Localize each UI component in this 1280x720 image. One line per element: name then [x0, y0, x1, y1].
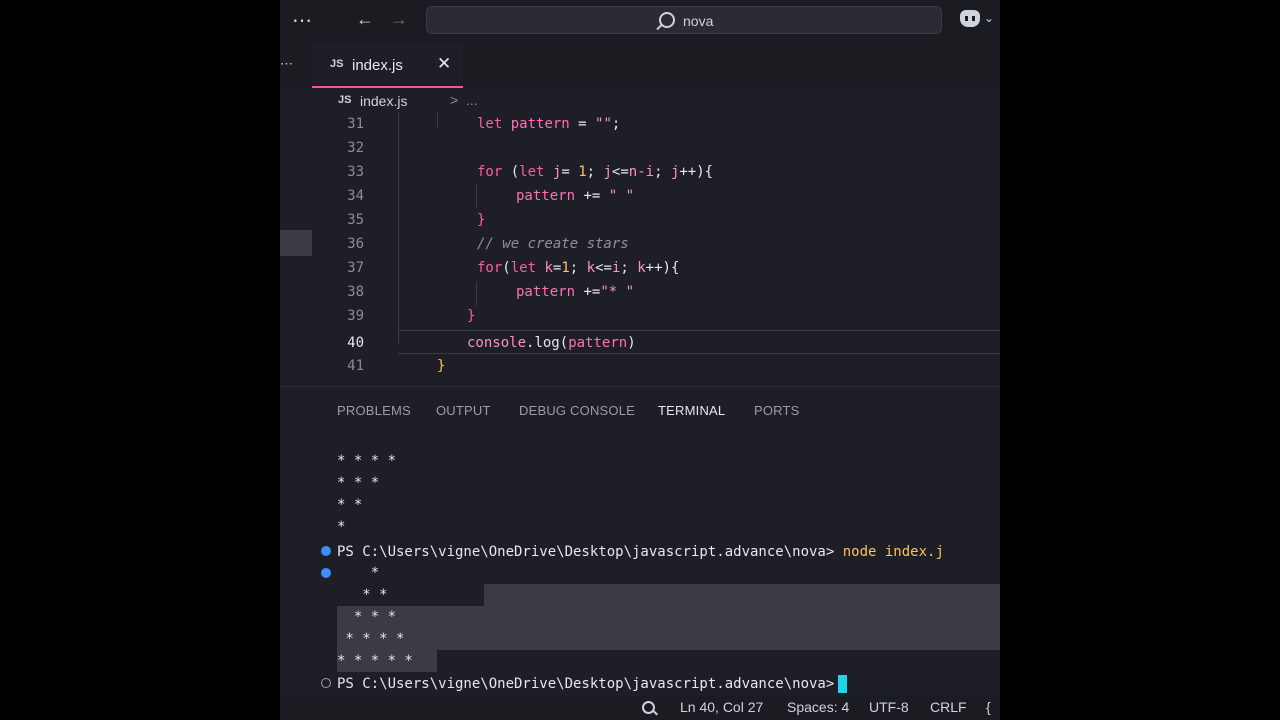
line-number: 35 — [347, 212, 364, 228]
terminal-output-line: * * * * — [337, 631, 405, 647]
code-line[interactable]: 32 — [312, 136, 1000, 160]
command-decoration-icon[interactable] — [321, 678, 331, 688]
code-text: } — [477, 212, 486, 228]
tab-index-js[interactable]: JS index.js ✕ — [312, 42, 463, 88]
close-icon[interactable]: ✕ — [437, 54, 451, 74]
terminal-output-line: * — [337, 565, 380, 581]
line-number: 32 — [347, 140, 364, 156]
tab-ports[interactable]: PORTS — [754, 403, 800, 418]
terminal-selection — [484, 584, 1000, 606]
breadcrumb-symbols[interactable]: ... — [466, 92, 478, 108]
tab-output[interactable]: OUTPUT — [436, 403, 491, 418]
js-file-icon: JS — [338, 94, 352, 106]
line-number: 34 — [347, 188, 364, 204]
terminal-output-line: * — [337, 519, 346, 535]
back-arrow-icon[interactable]: ← — [356, 9, 374, 30]
terminal-output-line: * * — [337, 497, 363, 513]
terminal-prompt-current[interactable]: PS C:\Users\vigne\OneDrive\Desktop\javas… — [337, 673, 848, 695]
terminal-output-line: * * * * — [337, 453, 397, 469]
bottom-panel: PROBLEMS OUTPUT DEBUG CONSOLE TERMINAL P… — [280, 386, 1000, 697]
terminal-output-line: * * * — [337, 475, 380, 491]
title-bar: ⋯ ← → nova ⌄ — [280, 0, 1000, 42]
command-decoration-icon[interactable] — [321, 546, 331, 556]
terminal-output-line: * * * * * — [337, 653, 413, 669]
code-line[interactable]: 33 for (let j= 1; j<=n-i; j++){ — [312, 160, 1000, 184]
cursor-position[interactable]: Ln 40, Col 27 — [680, 699, 763, 715]
editor-tab-bar: ⋯ JS index.js ✕ — [280, 42, 1000, 88]
line-number: 41 — [347, 358, 364, 374]
code-line[interactable]: 37 for(let k=1; k<=i; k++){ — [312, 256, 1000, 280]
code-comment: // we create stars — [477, 236, 629, 252]
line-number: 33 — [347, 164, 364, 180]
code-line-current[interactable]: 40 console.log(pattern) — [347, 330, 1000, 354]
language-mode-icon[interactable]: { — [986, 699, 991, 715]
terminal-output-line: * * — [337, 587, 388, 603]
code-text: console.log(pattern) — [467, 335, 636, 351]
line-number: 31 — [347, 116, 364, 132]
js-file-icon: JS — [330, 58, 344, 70]
line-number: 38 — [347, 284, 364, 300]
chevron-down-icon[interactable]: ⌄ — [984, 11, 994, 25]
terminal-cursor — [838, 675, 848, 693]
breadcrumb-file[interactable]: index.js — [360, 93, 407, 109]
code-text: for(let k=1; k<=i; k++){ — [477, 260, 680, 276]
sidebar-more-icon[interactable]: ⋯ — [280, 56, 293, 72]
code-line[interactable]: 41} — [312, 354, 1000, 378]
line-number: 36 — [347, 236, 364, 252]
chevron-right-icon: > — [450, 92, 459, 108]
sidebar-selection-marker — [280, 230, 312, 256]
code-line[interactable]: 35} — [312, 208, 1000, 232]
tab-terminal[interactable]: TERMINAL — [658, 403, 725, 418]
code-line[interactable]: 31 let pattern = ""; — [312, 112, 1000, 136]
terminal-output-line: * * * — [337, 609, 397, 625]
tab-debug-console[interactable]: DEBUG CONSOLE — [519, 403, 635, 418]
line-ending[interactable]: CRLF — [930, 699, 967, 715]
breadcrumb: JS index.js > ... — [312, 88, 1000, 114]
code-text: } — [467, 308, 476, 324]
code-text: } — [437, 358, 446, 374]
code-line[interactable]: 38 pattern +="* " — [312, 280, 1000, 304]
vscode-window: ⋯ ← → nova ⌄ ⋯ JS index.js ✕ JS index.js… — [280, 0, 1000, 720]
code-text: let pattern = ""; — [477, 116, 621, 132]
command-center-search[interactable]: nova — [426, 6, 942, 34]
line-number: 37 — [347, 260, 364, 276]
terminal[interactable]: * * * * * * * * * * PS C:\Users\vigne\On… — [280, 437, 1000, 697]
code-line[interactable]: 34 pattern += " " — [312, 184, 1000, 208]
tab-problems[interactable]: PROBLEMS — [337, 403, 411, 418]
code-text: pattern += " " — [516, 188, 635, 204]
code-line[interactable]: 36 // we create stars — [312, 232, 1000, 256]
zoom-icon[interactable] — [642, 701, 655, 714]
code-text: pattern +="* " — [516, 284, 635, 300]
indentation[interactable]: Spaces: 4 — [787, 699, 849, 715]
search-icon — [659, 12, 675, 28]
terminal-prompt: PS C:\Users\vigne\OneDrive\Desktop\javas… — [337, 541, 944, 563]
forward-arrow-icon[interactable]: → — [390, 9, 408, 30]
prompt-path: PS C:\Users\vigne\OneDrive\Desktop\javas… — [337, 676, 835, 692]
tab-label: index.js — [352, 57, 403, 74]
code-editor[interactable]: 31 let pattern = ""; 32 33 for (let j= 1; … — [312, 112, 1000, 386]
encoding[interactable]: UTF-8 — [869, 699, 909, 715]
prompt-path: PS C:\Users\vigne\OneDrive\Desktop\javas… — [337, 544, 835, 560]
more-actions-icon[interactable]: ⋯ — [292, 8, 313, 33]
terminal-command: node index.j — [842, 544, 944, 560]
search-text: nova — [683, 13, 714, 29]
code-text: for (let j= 1; j<=n-i; j++){ — [477, 164, 714, 180]
copilot-icon[interactable] — [960, 10, 980, 27]
line-number: 40 — [347, 335, 364, 351]
command-decoration-icon[interactable] — [321, 568, 331, 578]
code-line[interactable]: 39} — [312, 304, 1000, 328]
terminal-selection — [337, 606, 1000, 650]
status-bar: Ln 40, Col 27 Spaces: 4 UTF-8 CRLF { — [280, 696, 1000, 720]
line-number: 39 — [347, 308, 364, 324]
